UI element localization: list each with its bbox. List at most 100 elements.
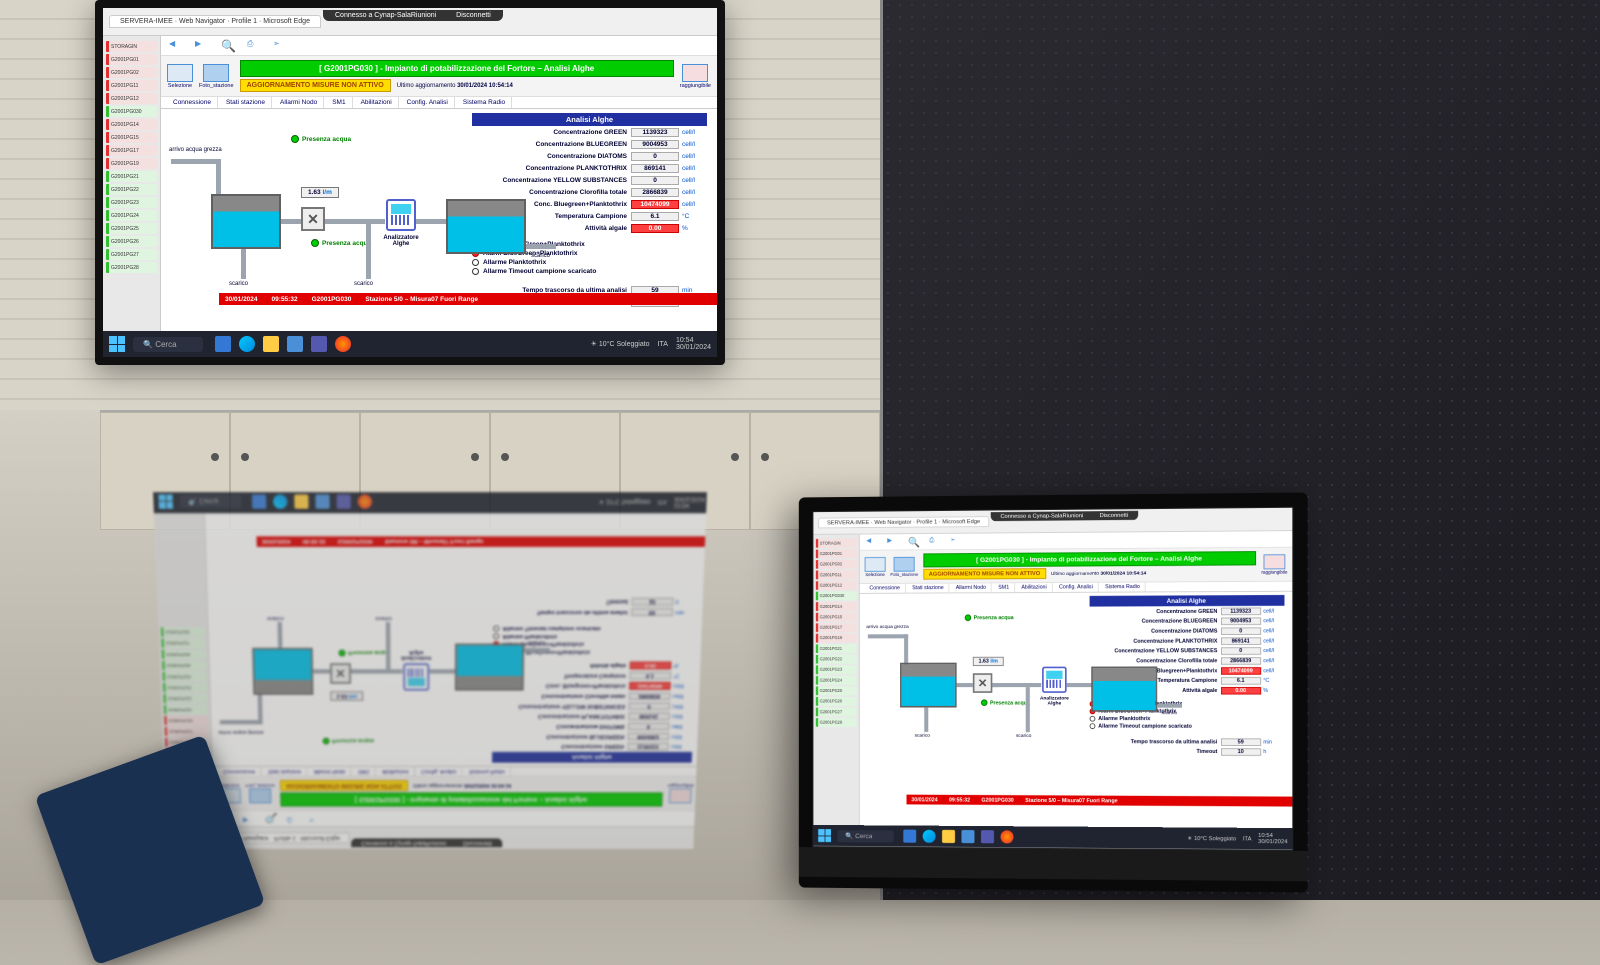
station-select[interactable]: Selezione: [167, 64, 193, 89]
tab[interactable]: Sistema Radio: [457, 97, 512, 108]
station-select[interactable]: Selezione: [865, 557, 886, 577]
tray-clock[interactable]: 10:5430/01/2024: [1258, 833, 1287, 845]
sidebar-item[interactable]: G2001PG14: [106, 119, 157, 130]
tab[interactable]: SM1: [993, 583, 1014, 592]
print-icon[interactable]: ⎙: [929, 536, 940, 547]
sidebar-item[interactable]: G2001PG17: [816, 623, 857, 632]
forward-icon[interactable]: ▶: [887, 536, 898, 547]
sidebar-item[interactable]: STORAGIN: [816, 539, 857, 548]
explorer-icon[interactable]: [263, 336, 279, 352]
sidebar-item[interactable]: G2001PG02: [106, 67, 157, 78]
forward-icon[interactable]: ▶: [195, 39, 209, 53]
start-button[interactable]: [109, 336, 125, 352]
tab[interactable]: Allarmi Nodo: [274, 97, 324, 108]
weather-widget[interactable]: ☀ 10°C Soleggiato: [1187, 835, 1236, 842]
sidebar-item[interactable]: G2001PG11: [816, 570, 857, 579]
task-icon[interactable]: [252, 494, 266, 508]
sidebar-item[interactable]: G2001PG28: [816, 718, 857, 727]
weather-widget[interactable]: ☀ 10°C Soleggiato: [591, 340, 650, 348]
sidebar-item[interactable]: G2001PG21: [164, 705, 208, 714]
sidebar-item[interactable]: G2001PG24: [816, 676, 857, 685]
tab[interactable]: Stati stazione: [220, 97, 272, 108]
sidebar-item[interactable]: G2001PG25: [106, 223, 157, 234]
tab[interactable]: Config. Analisi: [416, 767, 462, 776]
sidebar-item[interactable]: G2001PG28: [106, 262, 157, 273]
station-photo[interactable]: Foto_stazione: [199, 64, 234, 89]
station-photo[interactable]: Foto_stazione: [890, 556, 918, 577]
navigate-icon[interactable]: ➣: [273, 39, 287, 53]
tab[interactable]: Config. Analisi: [1054, 583, 1098, 592]
sidebar-item[interactable]: G2001PG12: [816, 581, 857, 590]
app-icon[interactable]: [287, 336, 303, 352]
tab[interactable]: Config. Analisi: [401, 97, 455, 108]
edge-icon[interactable]: [923, 830, 936, 843]
sidebar-item[interactable]: G2001PG25: [162, 661, 206, 670]
cynap-disconnect[interactable]: Disconnetti: [456, 12, 491, 19]
sidebar-item[interactable]: G2001PG22: [163, 694, 207, 703]
task-icon[interactable]: [215, 336, 231, 352]
sidebar-item[interactable]: G2001PG030: [106, 106, 157, 117]
sidebar-item[interactable]: G2001PG24: [162, 672, 206, 681]
tray-lang[interactable]: ITA: [658, 341, 668, 348]
tray-lang[interactable]: ITA: [658, 498, 667, 504]
tray-lang[interactable]: ITA: [1243, 836, 1252, 842]
sidebar-item[interactable]: G2001PG17: [165, 727, 209, 736]
sidebar-item[interactable]: G2001PG27: [106, 249, 157, 260]
sidebar-item[interactable]: G2001PG23: [106, 197, 157, 208]
sidebar-item[interactable]: G2001PG030: [816, 591, 857, 600]
sidebar-item[interactable]: G2001PG14: [816, 602, 857, 611]
sidebar-item[interactable]: G2001PG01: [816, 549, 857, 558]
tab[interactable]: SM1: [326, 97, 352, 108]
sidebar-item[interactable]: G2001PG17: [106, 145, 157, 156]
sidebar-item[interactable]: G2001PG19: [164, 716, 208, 725]
tab[interactable]: Stati stazione: [263, 767, 307, 776]
teams-icon[interactable]: [981, 830, 994, 843]
sidebar-item[interactable]: G2001PG02: [816, 560, 857, 569]
tab[interactable]: Connessione: [865, 584, 906, 593]
teams-icon[interactable]: [337, 494, 351, 508]
sidebar-item[interactable]: G2001PG22: [106, 184, 157, 195]
navigate-icon[interactable]: ➣: [950, 536, 961, 548]
app-icon[interactable]: [961, 830, 974, 843]
tab[interactable]: Sistema Radio: [464, 767, 511, 776]
search-icon[interactable]: 🔍: [265, 813, 277, 824]
task-icon[interactable]: [903, 830, 916, 843]
start-button[interactable]: [818, 829, 831, 842]
tab[interactable]: Abilitazioni: [1016, 583, 1052, 592]
sidebar-item[interactable]: G2001PG26: [816, 697, 857, 706]
sidebar-item[interactable]: G2001PG21: [106, 171, 157, 182]
station-photo[interactable]: Foto_stazione: [245, 783, 275, 804]
browser-tab[interactable]: SERVERA-IMEE · Web Navigator · Profile 1…: [109, 15, 321, 28]
tab[interactable]: Abilitazioni: [355, 97, 399, 108]
cynap-disconnect[interactable]: Disconnetti: [1100, 513, 1129, 519]
sidebar-item[interactable]: G2001PG12: [106, 93, 157, 104]
search-icon[interactable]: 🔍: [908, 536, 919, 547]
tab[interactable]: Stati stazione: [907, 584, 949, 593]
firefox-icon[interactable]: [358, 494, 372, 508]
explorer-icon[interactable]: [942, 830, 955, 843]
sidebar-item[interactable]: G2001PG23: [163, 683, 207, 692]
sidebar-item[interactable]: G2001PG19: [106, 158, 157, 169]
app-icon[interactable]: [315, 494, 329, 508]
sidebar-item[interactable]: G2001PG23: [816, 665, 857, 674]
back-icon[interactable]: ◀: [169, 39, 183, 53]
taskbar-search[interactable]: 🔍 Cerca: [180, 495, 242, 508]
forward-icon[interactable]: ▶: [243, 813, 255, 824]
firefox-icon[interactable]: [1000, 831, 1013, 844]
sidebar-item[interactable]: G2001PG22: [816, 655, 857, 664]
explorer-icon[interactable]: [294, 494, 308, 508]
sidebar-item[interactable]: G2001PG21: [816, 644, 857, 653]
back-icon[interactable]: ◀: [866, 536, 877, 547]
taskbar-search[interactable]: 🔍 Cerca: [837, 830, 893, 843]
sidebar-item[interactable]: G2001PG19: [816, 634, 857, 643]
tab[interactable]: Connessione: [218, 767, 261, 776]
sidebar-item[interactable]: G2001PG26: [106, 236, 157, 247]
tab[interactable]: Allarmi Nodo: [951, 583, 992, 592]
sidebar-item[interactable]: G2001PG28: [161, 627, 205, 636]
sidebar-item[interactable]: G2001PG27: [161, 638, 205, 647]
print-icon[interactable]: ⎙: [287, 813, 299, 824]
sidebar-item[interactable]: G2001PG01: [106, 54, 157, 65]
tray-clock[interactable]: 10:5430/01/2024: [674, 495, 705, 508]
firefox-icon[interactable]: [335, 336, 351, 352]
tab[interactable]: Allarmi Nodo: [309, 767, 352, 776]
